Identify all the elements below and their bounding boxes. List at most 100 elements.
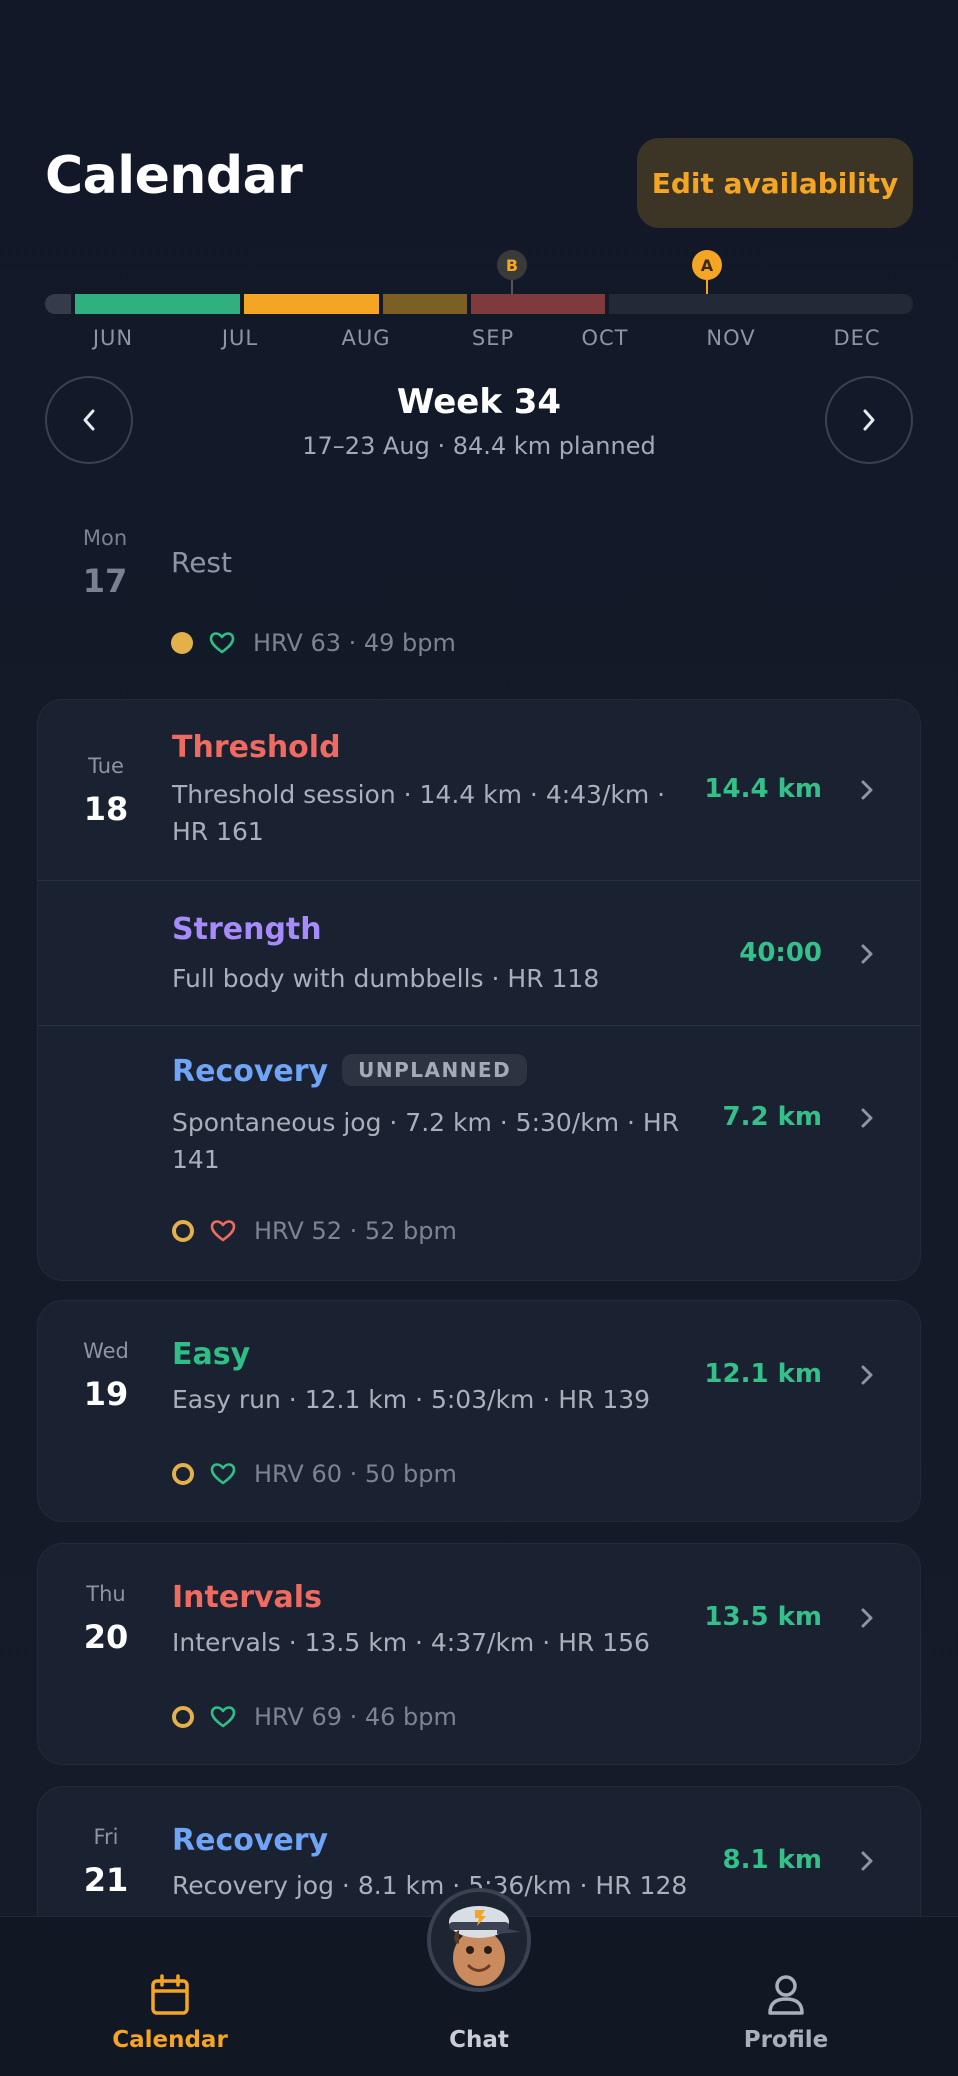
workout-metric: 14.4 km [704,774,822,804]
race-b-marker[interactable]: B [497,250,527,280]
day-of-month: 18 [83,790,129,828]
day-label: Thu 20 [46,1582,166,1656]
chevron-right-icon [863,409,875,431]
workout-metric: 40:00 [739,938,822,968]
timeline-segment-base [75,294,240,314]
readiness-row: HRV 69 · 46 bpm [172,1702,457,1732]
timeline-segment-build [244,294,379,314]
workout-title: Intervals [172,1580,322,1615]
race-a-marker[interactable]: A [692,250,722,280]
workout-description: Threshold session · 14.4 km · 4:43/km · … [172,780,666,846]
month-label: NOV [706,326,756,350]
day-label: Tue 18 [46,754,166,828]
profile-icon [768,1975,804,2015]
month-label: JUN [92,326,134,350]
readiness-dot [171,632,193,654]
workout-title: Recovery UNPLANNED [172,1054,528,1089]
race-a-stem [706,280,708,294]
readiness-dot [172,1463,194,1485]
readiness-row: HRV 52 · 52 bpm [172,1216,457,1246]
chevron-right-icon [861,1851,873,1871]
month-label: AUG [341,326,391,350]
chevron-right-icon [861,1365,873,1385]
workout-title: Strength [172,912,322,947]
coach-avatar-illustration [431,1892,527,1988]
heart-icon [209,632,235,654]
week-subtitle: 17–23 Aug · 84.4 km planned [302,432,656,460]
heart-icon [210,1463,236,1485]
unplanned-badge: UNPLANNED [342,1054,528,1086]
day-of-week: Fri [93,1825,119,1849]
workout-description: Full body with dumbbells · HR 118 [172,964,600,993]
timeline-segment-past [45,294,71,314]
next-week-button[interactable] [825,376,913,464]
day-card-thu[interactable]: Thu 20 Intervals Intervals · 13.5 km · 4… [37,1543,921,1765]
chevron-right-icon [861,944,873,964]
workout-metric: 8.1 km [722,1845,823,1875]
rest-label: Rest [171,546,232,579]
chevron-right-icon [861,780,873,800]
workout-title: Threshold [172,730,341,765]
race-b-stem [511,280,513,294]
edit-availability-button[interactable]: Edit availability [637,138,913,228]
workout-title-text: Recovery [172,1054,329,1089]
chevron-right-icon [861,1608,873,1628]
day-of-week: Tue [88,754,124,778]
timeline-segment-future [609,294,913,314]
hrv-readout: HRV 60 · 50 bpm [254,1460,457,1488]
page-title: Calendar [45,146,303,206]
workout-description: Spontaneous jog · 7.2 km · 5:30/km · HR … [172,1108,680,1174]
calendar-screen: Calendar Edit availability B A JUN JUL A… [0,0,958,2076]
season-timeline[interactable]: B A [45,250,913,314]
divider [38,1025,920,1026]
day-of-week: Mon [82,526,128,550]
day-of-month: 19 [83,1375,129,1413]
day-card-wed[interactable]: Wed 19 Easy Easy run · 12.1 km · 5:03/km… [37,1300,921,1522]
tab-profile[interactable]: Profile [686,1917,886,2076]
workout-description: Intervals · 13.5 km · 4:37/km · HR 156 [172,1628,650,1657]
month-label: SEP [471,326,515,350]
hrv-readout: HRV 52 · 52 bpm [254,1217,457,1245]
day-label: Mon 17 [45,526,165,600]
header: Calendar Edit availability [45,136,913,232]
day-label: Wed 19 [46,1339,166,1413]
readiness-dot [172,1706,194,1728]
day-of-month: 17 [82,562,128,600]
readiness-row: HRV 63 · 49 bpm [171,628,456,658]
coach-avatar[interactable] [427,1888,531,1992]
tab-calendar[interactable]: Calendar [70,1917,270,2076]
readiness-dot [172,1220,194,1242]
week-navigator: Week 34 17–23 Aug · 84.4 km planned [45,376,913,466]
day-of-week: Wed [83,1339,129,1363]
day-label: Fri 21 [46,1825,166,1899]
tab-label: Chat [449,2027,509,2053]
hrv-readout: HRV 69 · 46 bpm [254,1703,457,1731]
day-of-week: Thu [86,1582,126,1606]
day-of-month: 20 [83,1618,129,1656]
heart-icon [210,1706,236,1728]
calendar-icon [151,1974,189,2015]
workout-metric: 12.1 km [704,1359,822,1389]
tab-label: Calendar [112,2027,228,2053]
chevron-right-icon [861,1108,873,1128]
week-title: Week 34 [396,382,562,422]
timeline-segment-peak [471,294,605,314]
timeline-segment-taper [383,294,467,314]
month-label: JUL [221,326,259,350]
day-card-tue: Tue 18 Threshold Threshold session · 14.… [37,699,921,1281]
readiness-row: HRV 60 · 50 bpm [172,1459,457,1489]
day-of-month: 21 [83,1861,129,1899]
month-labels: JUN JUL AUG SEP OCT NOV DEC [45,326,913,356]
hrv-readout: HRV 63 · 49 bpm [253,629,456,657]
divider [38,880,920,881]
workout-metric: 7.2 km [722,1102,823,1132]
workout-description: Recovery jog · 8.1 km · 5:36/km · HR 128 [172,1871,688,1900]
month-label: OCT [581,326,629,350]
heart-icon [210,1220,236,1242]
workout-description: Easy run · 12.1 km · 5:03/km · HR 139 [172,1385,651,1414]
month-label: DEC [833,326,881,350]
workout-title: Recovery [172,1823,329,1858]
tab-label: Profile [743,2027,829,2053]
workout-metric: 13.5 km [704,1602,822,1632]
workout-title: Easy [172,1337,251,1372]
